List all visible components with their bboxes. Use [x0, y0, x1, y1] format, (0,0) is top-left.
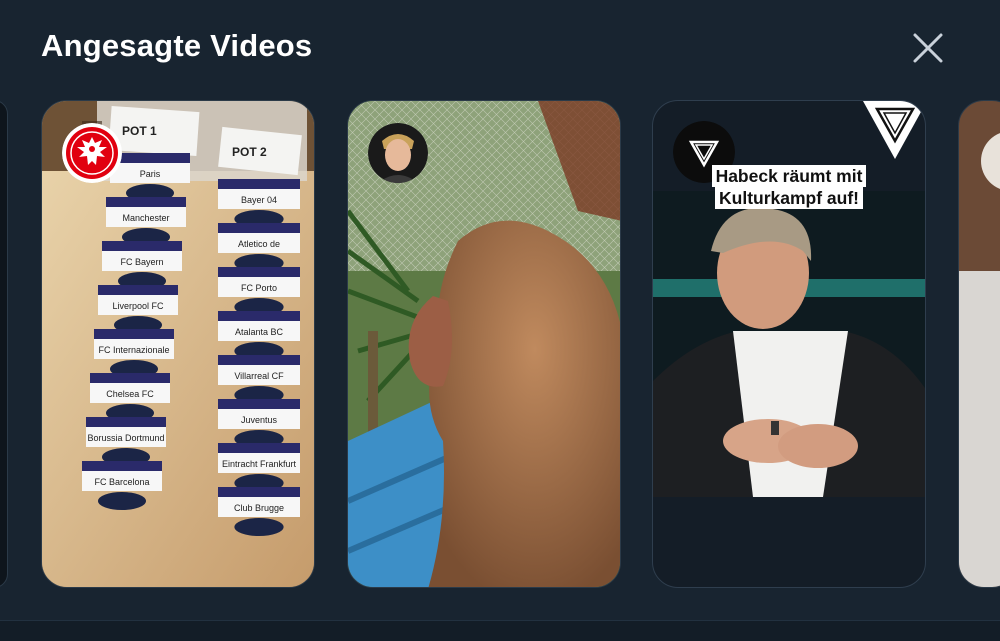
video-card-monkey[interactable] [347, 100, 621, 588]
team-card-header [218, 355, 300, 365]
video-card-habeck[interactable]: Habeck räumt mit Kulturkampf auf! [652, 100, 926, 588]
video-thumbnail [653, 191, 925, 497]
triangle-logo-icon [863, 101, 925, 161]
video-card-partial-left[interactable] [0, 100, 8, 588]
team-name: Club Brugge [234, 503, 284, 513]
team-card-header [218, 223, 300, 233]
draw-ball [234, 518, 284, 536]
team-card-header [94, 329, 174, 339]
close-icon[interactable] [910, 30, 946, 66]
video-overlay-caption: Habeck räumt mit Kulturkampf auf! [705, 165, 873, 209]
team-name: Chelsea FC [106, 389, 154, 399]
team-name: Manchester [122, 213, 169, 223]
section-title: Angesagte Videos [41, 28, 313, 63]
team-card-header [218, 179, 300, 189]
pot1-label: POT 1 [122, 124, 157, 138]
draw-ball [98, 492, 146, 510]
team-card-header [218, 267, 300, 277]
team-card-header [218, 399, 300, 409]
team-card-header [82, 461, 162, 471]
video-card-partial-right[interactable] [958, 100, 1000, 588]
team-name: Atalanta BC [235, 327, 284, 337]
team-name: Bayer 04 [241, 195, 277, 205]
pot2-label: POT 2 [232, 145, 267, 159]
team-name: Liverpool FC [112, 301, 164, 311]
header: Angesagte Videos [0, 0, 1000, 100]
team-card-header [98, 285, 178, 295]
team-card-header [218, 443, 300, 453]
team-name: Juventus [241, 415, 278, 425]
video-card-draw[interactable]: POT 1 POT 2 Paris Manchester FC Bayern Live… [41, 100, 315, 588]
team-card-header [218, 487, 300, 497]
team-name: Paris [140, 169, 161, 179]
avatar [981, 131, 1000, 191]
video-carousel[interactable]: POT 1 POT 2 Paris Manchester FC Bayern Live… [0, 100, 1000, 590]
bottom-divider [0, 620, 1000, 641]
team-name: Villarreal CF [234, 371, 284, 381]
team-name: Borussia Dortmund [87, 433, 164, 443]
team-card-header [218, 311, 300, 321]
team-card-header [90, 373, 170, 383]
team-name: FC Barcelona [94, 477, 149, 487]
team-card-header [106, 197, 186, 207]
team-name: Atletico de [238, 239, 280, 249]
team-name: Eintracht Frankfurt [222, 459, 297, 469]
thumbnail-fragment [959, 271, 1000, 587]
team-name: FC Internazionale [98, 345, 169, 355]
team-name: FC Bayern [120, 257, 163, 267]
team-card-header [110, 153, 190, 163]
profile-photo[interactable] [368, 123, 428, 183]
eintracht-frankfurt-eagle-icon[interactable] [62, 123, 122, 183]
team-card-header [102, 241, 182, 251]
team-name: FC Porto [241, 283, 277, 293]
team-card-header [86, 417, 166, 427]
